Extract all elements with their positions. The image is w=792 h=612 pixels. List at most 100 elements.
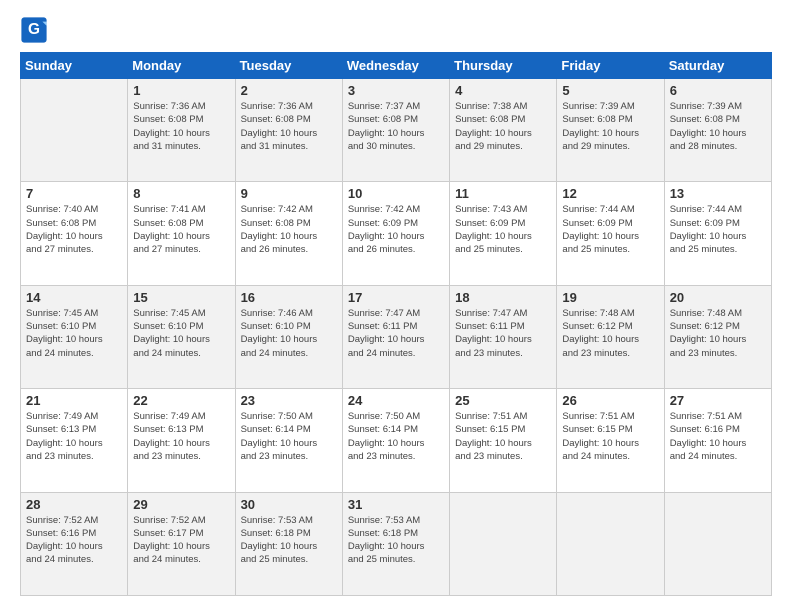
calendar-cell: 7 Sunrise: 7:40 AM Sunset: 6:08 PM Daylig… — [21, 182, 128, 285]
calendar-cell: 13 Sunrise: 7:44 AM Sunset: 6:09 PM Dayli… — [664, 182, 771, 285]
calendar-cell: 22 Sunrise: 7:49 AM Sunset: 6:13 PM Dayli… — [128, 389, 235, 492]
day-number: 9 — [241, 186, 337, 201]
calendar-cell: 18Sunrise: 7:47 AM Sunset: 6:11 PM Dayli… — [450, 285, 557, 388]
day-number: 6 — [670, 83, 766, 98]
day-info: Sunrise: 7:40 AM Sunset: 6:08 PM Dayligh… — [26, 203, 122, 256]
page: G SundayMondayTuesdayWednesdayThursdayFr… — [0, 0, 792, 612]
calendar-cell: 16 Sunrise: 7:46 AM Sunset: 6:10 PM Dayli… — [235, 285, 342, 388]
calendar-week-5: 28 Sunrise: 7:52 AM Sunset: 6:16 PM Dayli… — [21, 492, 772, 595]
calendar-cell: 24 Sunrise: 7:50 AM Sunset: 6:14 PM Dayli… — [342, 389, 449, 492]
day-number: 15 — [133, 290, 229, 305]
day-info: Sunrise: 7:45 AM Sunset: 6:10 PM Dayligh… — [26, 307, 122, 360]
calendar-cell: 17 Sunrise: 7:47 AM Sunset: 6:11 PM Dayli… — [342, 285, 449, 388]
calendar-header: SundayMondayTuesdayWednesdayThursdayFrid… — [21, 53, 772, 79]
day-info: Sunrise: 7:48 AM Sunset: 6:12 PM Dayligh… — [670, 307, 766, 360]
weekday-header-saturday: Saturday — [664, 53, 771, 79]
calendar-cell — [557, 492, 664, 595]
day-number: 21 — [26, 393, 122, 408]
weekday-header-thursday: Thursday — [450, 53, 557, 79]
day-number: 4 — [455, 83, 551, 98]
day-info: Sunrise: 7:46 AM Sunset: 6:10 PM Dayligh… — [241, 307, 337, 360]
day-info: Sunrise: 7:50 AM Sunset: 6:14 PM Dayligh… — [241, 410, 337, 463]
calendar-cell: 1Sunrise: 7:36 AM Sunset: 6:08 PM Daylig… — [128, 79, 235, 182]
day-info: Sunrise: 7:44 AM Sunset: 6:09 PM Dayligh… — [670, 203, 766, 256]
day-number: 1 — [133, 83, 229, 98]
calendar-cell: 28 Sunrise: 7:52 AM Sunset: 6:16 PM Dayli… — [21, 492, 128, 595]
calendar-cell: 15Sunrise: 7:45 AM Sunset: 6:10 PM Dayli… — [128, 285, 235, 388]
day-info: Sunrise: 7:42 AM Sunset: 6:08 PM Dayligh… — [241, 203, 337, 256]
day-number: 13 — [670, 186, 766, 201]
day-number: 19 — [562, 290, 658, 305]
calendar-cell: 2 Sunrise: 7:36 AM Sunset: 6:08 PM Daylig… — [235, 79, 342, 182]
day-info: Sunrise: 7:52 AM Sunset: 6:17 PM Dayligh… — [133, 514, 229, 567]
day-info: Sunrise: 7:36 AM Sunset: 6:08 PM Dayligh… — [241, 100, 337, 153]
day-info: Sunrise: 7:51 AM Sunset: 6:15 PM Dayligh… — [455, 410, 551, 463]
day-number: 29 — [133, 497, 229, 512]
calendar-cell: 5 Sunrise: 7:39 AM Sunset: 6:08 PM Daylig… — [557, 79, 664, 182]
day-info: Sunrise: 7:48 AM Sunset: 6:12 PM Dayligh… — [562, 307, 658, 360]
day-number: 10 — [348, 186, 444, 201]
weekday-row: SundayMondayTuesdayWednesdayThursdayFrid… — [21, 53, 772, 79]
day-number: 20 — [670, 290, 766, 305]
day-info: Sunrise: 7:49 AM Sunset: 6:13 PM Dayligh… — [26, 410, 122, 463]
day-number: 23 — [241, 393, 337, 408]
day-number: 24 — [348, 393, 444, 408]
day-number: 8 — [133, 186, 229, 201]
day-number: 30 — [241, 497, 337, 512]
day-info: Sunrise: 7:50 AM Sunset: 6:14 PM Dayligh… — [348, 410, 444, 463]
calendar-cell: 30 Sunrise: 7:53 AM Sunset: 6:18 PM Dayli… — [235, 492, 342, 595]
calendar-cell: 9 Sunrise: 7:42 AM Sunset: 6:08 PM Daylig… — [235, 182, 342, 285]
header: G — [20, 16, 772, 44]
calendar-cell: 10Sunrise: 7:42 AM Sunset: 6:09 PM Dayli… — [342, 182, 449, 285]
day-info: Sunrise: 7:37 AM Sunset: 6:08 PM Dayligh… — [348, 100, 444, 153]
calendar: SundayMondayTuesdayWednesdayThursdayFrid… — [20, 52, 772, 596]
calendar-cell: 19 Sunrise: 7:48 AM Sunset: 6:12 PM Dayli… — [557, 285, 664, 388]
weekday-header-friday: Friday — [557, 53, 664, 79]
calendar-week-1: 1 Sunrise: 7:36 AM Sunset: 6:08 PM Daylig… — [21, 79, 772, 182]
day-info: Sunrise: 7:51 AM Sunset: 6:16 PM Dayligh… — [670, 410, 766, 463]
calendar-cell: 20 Sunrise: 7:48 AM Sunset: 6:12 PM Dayli… — [664, 285, 771, 388]
calendar-cell: 4 Sunrise: 7:38 AM Sunset: 6:08 PM Daylig… — [450, 79, 557, 182]
calendar-cell — [664, 492, 771, 595]
calendar-cell: 11Sunrise: 7:43 AM Sunset: 6:09 PM Dayli… — [450, 182, 557, 285]
calendar-cell: 29 Sunrise: 7:52 AM Sunset: 6:17 PM Dayli… — [128, 492, 235, 595]
logo-icon: G — [20, 16, 48, 44]
calendar-cell: 3 Sunrise: 7:37 AM Sunset: 6:08 PM Daylig… — [342, 79, 449, 182]
day-number: 12 — [562, 186, 658, 201]
day-number: 22 — [133, 393, 229, 408]
day-info: Sunrise: 7:44 AM Sunset: 6:09 PM Dayligh… — [562, 203, 658, 256]
day-info: Sunrise: 7:39 AM Sunset: 6:08 PM Dayligh… — [562, 100, 658, 153]
calendar-cell: 12 Sunrise: 7:44 AM Sunset: 6:09 PM Dayli… — [557, 182, 664, 285]
day-info: Sunrise: 7:38 AM Sunset: 6:08 PM Dayligh… — [455, 100, 551, 153]
day-info: Sunrise: 7:53 AM Sunset: 6:18 PM Dayligh… — [348, 514, 444, 567]
calendar-cell: 23 Sunrise: 7:50 AM Sunset: 6:14 PM Dayli… — [235, 389, 342, 492]
day-number: 28 — [26, 497, 122, 512]
calendar-cell: 25 Sunrise: 7:51 AM Sunset: 6:15 PM Dayli… — [450, 389, 557, 492]
day-info: Sunrise: 7:39 AM Sunset: 6:08 PM Dayligh… — [670, 100, 766, 153]
calendar-cell: 31Sunrise: 7:53 AM Sunset: 6:18 PM Dayli… — [342, 492, 449, 595]
day-number: 7 — [26, 186, 122, 201]
day-number: 2 — [241, 83, 337, 98]
day-number: 16 — [241, 290, 337, 305]
svg-text:G: G — [28, 21, 40, 38]
calendar-cell: 6 Sunrise: 7:39 AM Sunset: 6:08 PM Daylig… — [664, 79, 771, 182]
day-info: Sunrise: 7:49 AM Sunset: 6:13 PM Dayligh… — [133, 410, 229, 463]
day-number: 26 — [562, 393, 658, 408]
day-number: 3 — [348, 83, 444, 98]
calendar-body: 1 Sunrise: 7:36 AM Sunset: 6:08 PM Daylig… — [21, 79, 772, 596]
day-number: 14 — [26, 290, 122, 305]
day-number: 5 — [562, 83, 658, 98]
calendar-week-4: 21 Sunrise: 7:49 AM Sunset: 6:13 PM Dayli… — [21, 389, 772, 492]
day-number: 17 — [348, 290, 444, 305]
day-info: Sunrise: 7:52 AM Sunset: 6:16 PM Dayligh… — [26, 514, 122, 567]
day-number: 27 — [670, 393, 766, 408]
calendar-week-3: 14 Sunrise: 7:45 AM Sunset: 6:10 PM Dayli… — [21, 285, 772, 388]
calendar-cell: 8Sunrise: 7:41 AM Sunset: 6:08 PM Daylig… — [128, 182, 235, 285]
day-info: Sunrise: 7:43 AM Sunset: 6:09 PM Dayligh… — [455, 203, 551, 256]
weekday-header-monday: Monday — [128, 53, 235, 79]
calendar-cell: 26Sunrise: 7:51 AM Sunset: 6:15 PM Dayli… — [557, 389, 664, 492]
day-info: Sunrise: 7:47 AM Sunset: 6:11 PM Dayligh… — [348, 307, 444, 360]
calendar-cell — [450, 492, 557, 595]
day-number: 25 — [455, 393, 551, 408]
day-info: Sunrise: 7:53 AM Sunset: 6:18 PM Dayligh… — [241, 514, 337, 567]
